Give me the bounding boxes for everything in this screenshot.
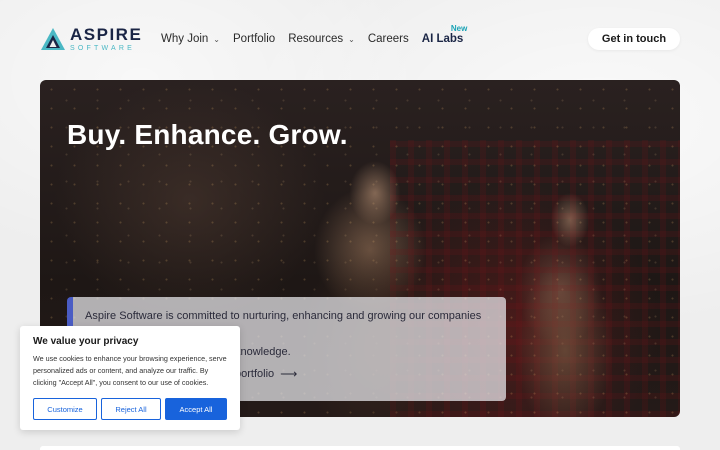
- accept-all-button[interactable]: Accept All: [165, 398, 227, 420]
- logo-wordmark: ASPIRE SOFTWARE: [70, 26, 142, 52]
- nav-item-label: Resources: [288, 33, 344, 45]
- reject-all-button[interactable]: Reject All: [101, 398, 161, 420]
- portfolio-link-label: portfolio: [235, 368, 275, 380]
- nav-item-label: Careers: [367, 33, 409, 45]
- customize-button[interactable]: Customize: [33, 398, 97, 420]
- chevron-down-icon: ⌄: [348, 34, 355, 44]
- hero-description-tail: knowledge.: [235, 346, 291, 358]
- aspire-logo[interactable]: ASPIRE SOFTWARE: [40, 26, 142, 52]
- nav-item-why-join[interactable]: Why Join ⌄: [161, 33, 220, 45]
- nav-item-careers[interactable]: Careers: [368, 33, 409, 45]
- next-section-edge: [40, 446, 680, 450]
- nav-item-label: AI Labs: [421, 33, 464, 45]
- logo-name: ASPIRE: [70, 25, 143, 44]
- hero-image-person-secondary: [510, 180, 620, 417]
- cookie-text: We use cookies to enhance your browsing …: [33, 354, 227, 387]
- site-header: ASPIRE SOFTWARE Why Join ⌄ Portfolio Res…: [0, 0, 720, 78]
- arrow-right-icon: ⟶: [280, 367, 298, 381]
- cookie-title: We value your privacy: [33, 336, 139, 347]
- cookie-consent-banner: We value your privacy We use cookies to …: [20, 326, 240, 430]
- hero-title: Buy. Enhance. Grow.: [67, 119, 348, 150]
- logo-subtitle: SOFTWARE: [70, 45, 136, 52]
- main-nav: Why Join ⌄ Portfolio Resources ⌄ Careers…: [161, 24, 476, 45]
- nav-item-ai-labs[interactable]: AI Labs New: [421, 24, 468, 45]
- nav-item-label: Portfolio: [233, 33, 276, 45]
- nav-item-label: Why Join: [161, 33, 209, 45]
- nav-item-resources[interactable]: Resources ⌄: [288, 33, 355, 45]
- nav-item-portfolio[interactable]: Portfolio: [233, 33, 275, 45]
- aspire-logo-mark-icon: [41, 28, 65, 50]
- new-badge: New: [450, 24, 468, 33]
- chevron-down-icon: ⌄: [213, 34, 220, 44]
- get-in-touch-button[interactable]: Get in touch: [588, 28, 680, 50]
